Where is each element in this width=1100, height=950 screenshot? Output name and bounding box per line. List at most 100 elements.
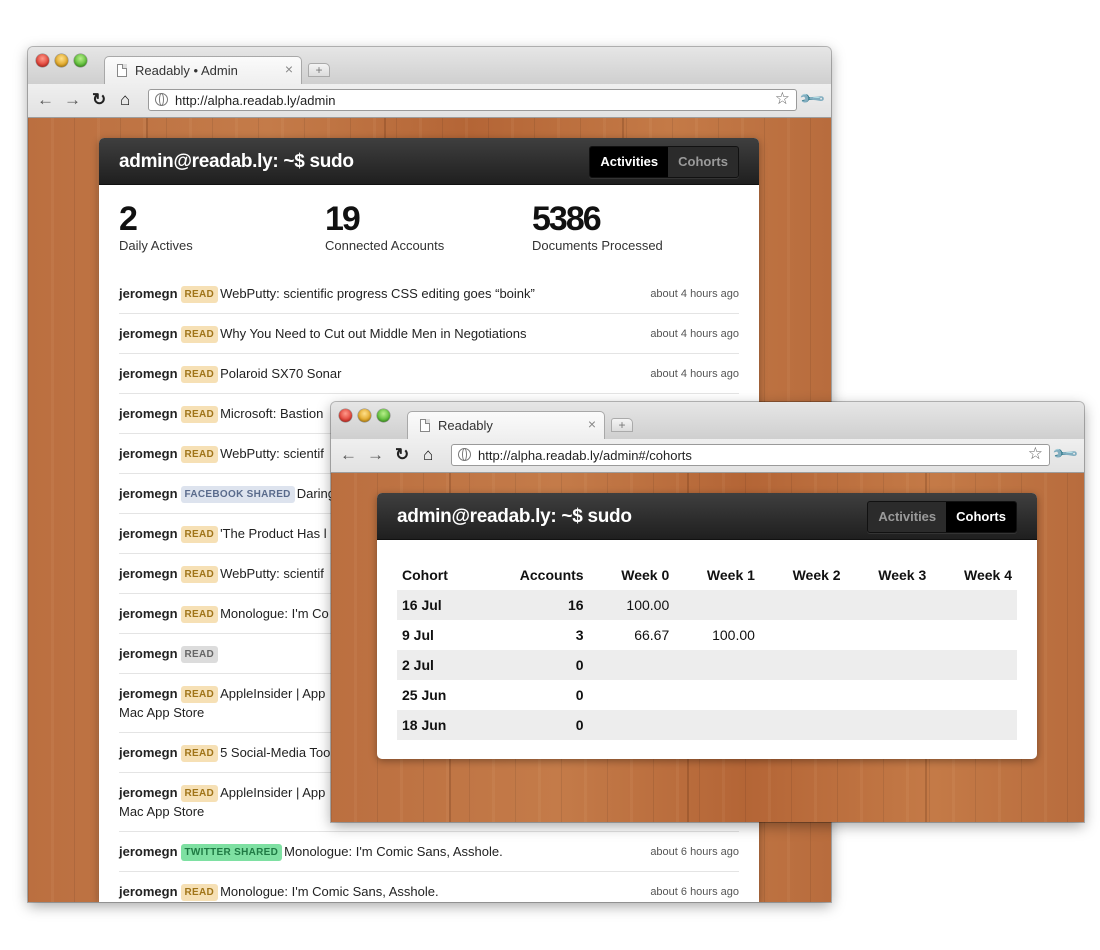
minimize-window-button[interactable] (55, 54, 68, 67)
document-title[interactable]: Why You Need to Cut out Middle Men in Ne… (220, 326, 526, 341)
activity-badge: FACEBOOK SHARED (180, 486, 295, 503)
tab-cohorts[interactable]: Cohorts (668, 147, 738, 177)
table-body: 16 Jul 16 100.00 9 Jul 3 66.67 100.00 2 Jul 0 25 … (397, 590, 1017, 740)
home-icon[interactable]: ⌂ (120, 91, 130, 109)
column-header: Week 3 (878, 567, 927, 583)
retention-cell (931, 680, 1017, 710)
tab-activities[interactable]: Activities (590, 147, 669, 177)
panel-title: admin@readab.ly: ~$ sudo (397, 506, 632, 527)
username[interactable]: jeromegn (119, 366, 178, 381)
username[interactable]: jeromegn (119, 686, 178, 701)
retention-cell (759, 590, 846, 620)
retention-cell: 66.67 (634, 627, 670, 643)
window-controls (36, 54, 87, 67)
tab-title: Readably • Admin (135, 63, 238, 78)
panel-title: admin@readab.ly: ~$ sudo (119, 151, 354, 172)
username[interactable]: jeromegn (119, 884, 178, 899)
wrench-icon[interactable]: 🔧 (798, 84, 827, 113)
stats-summary: 2 Daily Actives 19 Connected Accounts 53… (119, 202, 739, 262)
timestamp: about 4 hours ago (650, 288, 739, 300)
retention-cell (674, 590, 760, 620)
document-title[interactable]: Polaroid SX70 Sonar (220, 366, 341, 381)
username[interactable]: jeromegn (119, 566, 178, 581)
admin-panel: admin@readab.ly: ~$ sudo Activities Coho… (377, 493, 1037, 759)
username[interactable]: jeromegn (119, 844, 178, 859)
close-tab-icon[interactable]: × (285, 61, 293, 77)
new-tab-button[interactable]: + (308, 63, 330, 77)
page-icon (420, 419, 430, 432)
cohort-date-cell: 16 Jul (397, 590, 480, 620)
stat-value: 19 (325, 200, 361, 238)
browser-tab[interactable]: Readably • Admin × (104, 56, 302, 84)
stat-connected-accounts: 19 Connected Accounts (325, 202, 444, 253)
tab-activities[interactable]: Activities (868, 502, 946, 532)
document-title[interactable]: Monologue: I'm Comic Sans, Asshole. (220, 884, 439, 899)
document-title[interactable]: 'The Product Has l (220, 526, 327, 541)
cohort-date-cell: 9 Jul (402, 627, 434, 643)
new-tab-button[interactable]: + (611, 418, 633, 432)
stat-daily-actives: 2 Daily Actives (119, 202, 193, 253)
username[interactable]: jeromegn (119, 486, 178, 501)
retention-cell (931, 650, 1017, 680)
activity-badge: TWITTER SHARED (180, 844, 283, 861)
bookmark-star-icon[interactable]: ☆ (775, 89, 790, 109)
home-icon[interactable]: ⌂ (423, 446, 433, 464)
bookmark-star-icon[interactable]: ☆ (1028, 444, 1043, 464)
cohort-date-cell: 18 Jun (397, 710, 480, 740)
close-window-button[interactable] (36, 54, 49, 67)
close-window-button[interactable] (339, 409, 352, 422)
retention-cell (846, 680, 932, 710)
document-title[interactable]: Monologue: I'm Comic Sans, Asshole. (284, 844, 503, 859)
document-title[interactable]: Microsoft: Bastion (220, 406, 323, 421)
back-arrow-icon[interactable]: ← (37, 91, 54, 109)
username[interactable]: jeromegn (119, 446, 178, 461)
timestamp: about 4 hours ago (650, 368, 739, 380)
document-title-continued[interactable]: Mac App Store (119, 804, 204, 819)
username[interactable]: jeromegn (119, 406, 178, 421)
accounts-cell: 0 (479, 650, 589, 680)
document-title-continued[interactable]: Mac App Store (119, 705, 204, 720)
address-bar[interactable]: http://alpha.readab.ly/admin#/cohorts ☆ (451, 444, 1050, 466)
back-arrow-icon[interactable]: ← (340, 446, 357, 464)
activity-badge: READ (180, 884, 219, 901)
zoom-window-button[interactable] (377, 409, 390, 422)
browser-tab[interactable]: Readably × (407, 411, 605, 439)
retention-cell (760, 620, 846, 650)
activity-badge: READ (180, 446, 219, 463)
document-title[interactable]: 5 Social-Media Too (220, 745, 330, 760)
document-title[interactable]: Daring (297, 486, 335, 501)
column-header: Week 1 (706, 567, 755, 583)
activity-badge: READ (180, 646, 219, 663)
zoom-window-button[interactable] (74, 54, 87, 67)
retention-cell (674, 680, 760, 710)
retention-cell (588, 650, 675, 680)
forward-arrow-icon[interactable]: → (64, 91, 81, 109)
reload-icon[interactable]: ↻ (395, 446, 409, 464)
username[interactable]: jeromegn (119, 526, 178, 541)
wrench-icon[interactable]: 🔧 (1051, 439, 1080, 468)
forward-arrow-icon[interactable]: → (367, 446, 384, 464)
minimize-window-button[interactable] (358, 409, 371, 422)
username[interactable]: jeromegn (119, 606, 178, 621)
username[interactable]: jeromegn (119, 326, 178, 341)
activity-badge: READ (180, 745, 219, 762)
column-header: Accounts (519, 567, 584, 583)
cohort-date-cell: 2 Jul (397, 650, 480, 680)
document-title[interactable]: WebPutty: scientific progress CSS editin… (220, 286, 535, 301)
close-tab-icon[interactable]: × (588, 416, 596, 432)
document-title[interactable]: WebPutty: scientif (220, 566, 324, 581)
reload-icon[interactable]: ↻ (92, 91, 106, 109)
username[interactable]: jeromegn (119, 785, 178, 800)
document-title[interactable]: AppleInsider | App (220, 785, 325, 800)
document-title[interactable]: Monologue: I'm Co (220, 606, 329, 621)
username[interactable]: jeromegn (119, 286, 178, 301)
stat-label: Connected Accounts (325, 238, 445, 253)
retention-cell: 100.00 (588, 590, 675, 620)
document-title[interactable]: WebPutty: scientif (220, 446, 324, 461)
address-bar[interactable]: http://alpha.readab.ly/admin ☆ (148, 89, 797, 111)
username[interactable]: jeromegn (119, 646, 178, 661)
document-title[interactable]: AppleInsider | App (220, 686, 325, 701)
tab-cohorts[interactable]: Cohorts (946, 502, 1016, 532)
retention-cell (759, 710, 846, 740)
username[interactable]: jeromegn (119, 745, 178, 760)
